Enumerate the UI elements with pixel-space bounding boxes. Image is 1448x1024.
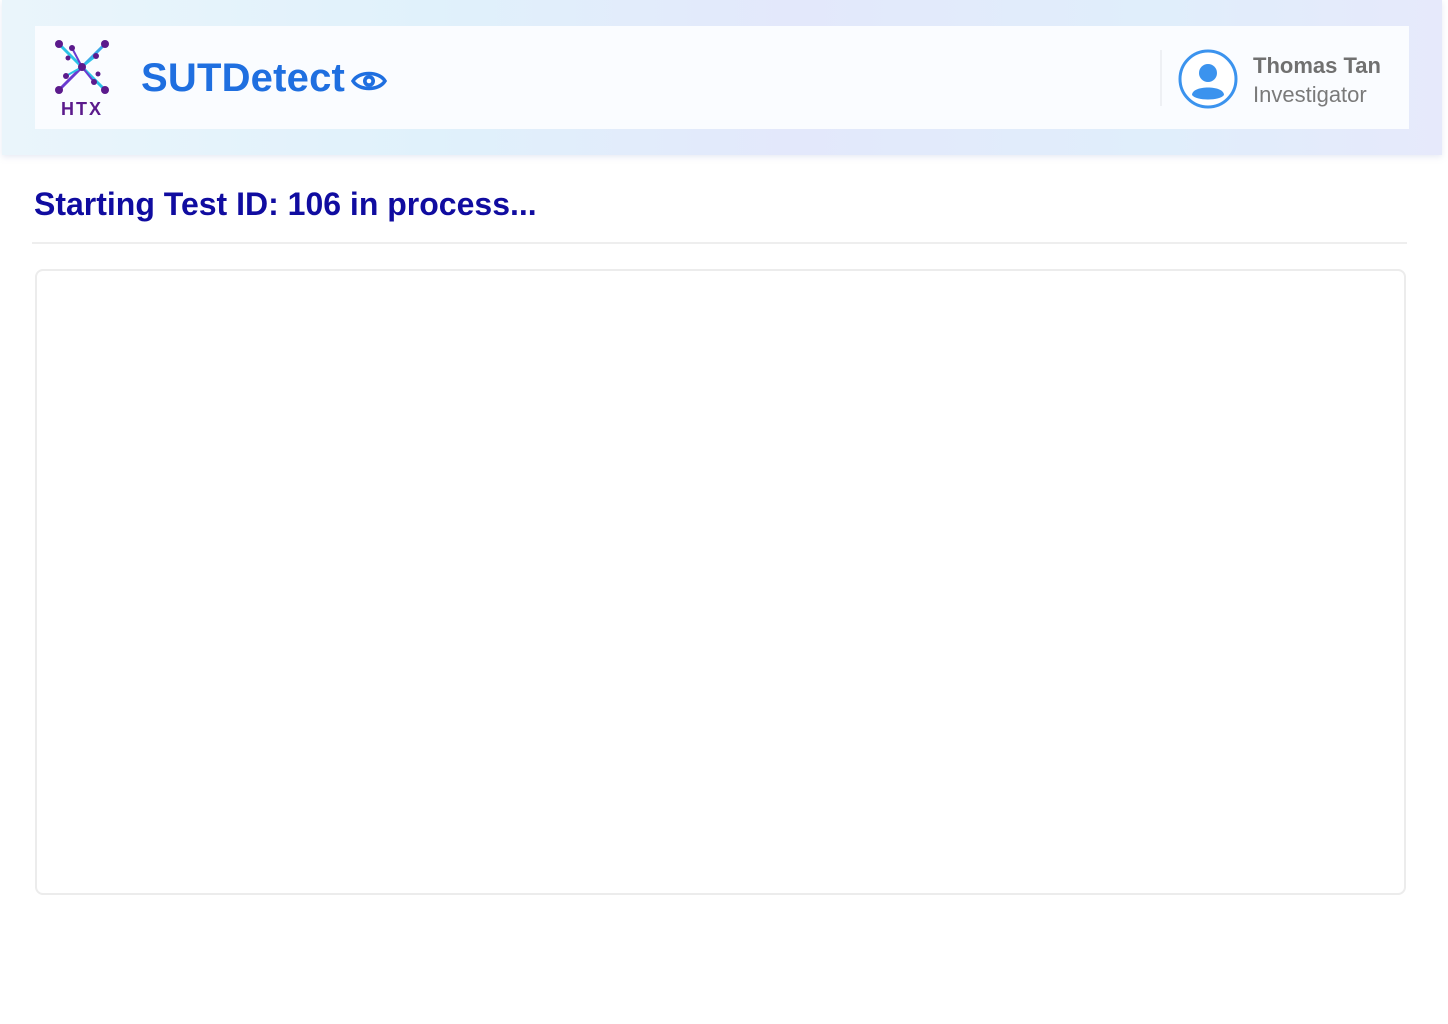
htx-logo[interactable]: HTX: [50, 36, 114, 120]
header-divider: [1160, 50, 1162, 106]
app-title-text: SUTDetect: [141, 56, 346, 100]
page-title: Starting Test ID: 106 in process...: [34, 186, 537, 222]
content-panel: [35, 269, 1406, 895]
section-divider: [32, 242, 1407, 244]
user-role: Investigator: [1253, 82, 1367, 107]
eye-icon: [351, 71, 388, 90]
app-title: SUTDetect: [141, 56, 388, 101]
htx-logo-text: HTX: [61, 99, 103, 119]
user-avatar-icon[interactable]: [1178, 49, 1238, 109]
user-name[interactable]: Thomas Tan: [1253, 53, 1381, 79]
